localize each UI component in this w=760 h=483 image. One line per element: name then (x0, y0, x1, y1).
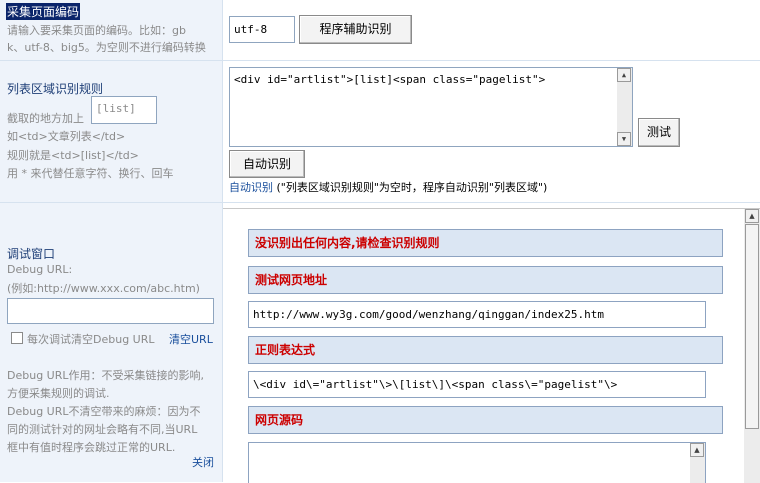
debug-url-example: (例如:http://www.xxx.com/abc.htm) (7, 282, 200, 295)
debug-scrollbar[interactable]: ▲ (744, 209, 760, 483)
list-rule-desc-line2: 如<td>文章列表</td> (7, 130, 126, 143)
list-rule-desc-prefix: 截取的地方加上 (7, 112, 84, 125)
test-url-field: http://www.wy3g.com/good/wenzhang/qingga… (248, 301, 706, 328)
scroll-down-arrow-icon[interactable]: ▼ (617, 132, 631, 146)
list-rule-desc-line3: 规则就是<td>[list]</td> (7, 149, 139, 162)
debug-url-label: Debug URL: (7, 263, 73, 276)
source-scroll-up-icon[interactable]: ▲ (690, 443, 704, 457)
debug-row: 调试窗口 Debug URL: (例如:http://www.xxx.com/a… (0, 203, 760, 483)
debug-output-cell: 没识别出任何内容,请检查识别规则 测试网页地址 http://www.wy3g.… (223, 203, 760, 483)
source-scrollbar[interactable]: ▲ (690, 443, 705, 483)
auto-detect-note-text: ("列表区域识别规则"为空时，程序自动识别"列表区域") (276, 181, 548, 194)
auto-detect-note: 自动识别 ("列表区域识别规则"为空时，程序自动识别"列表区域") (229, 179, 547, 195)
clear-each-checkbox[interactable] (11, 332, 23, 344)
close-link[interactable]: 关闭 (192, 454, 214, 470)
debug-url-input[interactable] (7, 298, 214, 324)
list-rule-scrollbar[interactable]: ▲ ▼ (617, 68, 632, 146)
list-tag-input[interactable]: [list] (91, 96, 157, 124)
test-url-heading: 测试网页地址 (248, 266, 723, 294)
debug-note1-line1: Debug URL作用：不受采集链接的影响, (7, 369, 204, 382)
list-rule-row: 列表区域识别规则 截取的地方加上 [list] 如<td>文章列表</td> 规… (0, 61, 760, 203)
scroll-up-arrow-icon[interactable]: ▲ (617, 68, 631, 82)
debug-scroll-thumb[interactable] (745, 224, 759, 429)
debug-note2-line3: 框中有值时程序会跳过正常的URL. (7, 441, 176, 454)
list-rule-title: 列表区域识别规则 (7, 82, 104, 96)
list-rule-desc-line4: 用 * 来代替任意字符、换行、回车 (7, 167, 174, 180)
assist-detect-button[interactable]: 程序辅助识别 (299, 15, 412, 44)
encoding-title: 采集页面编码 (6, 3, 81, 20)
debug-window-title: 调试窗口 (7, 247, 56, 261)
clear-each-label: 每次调试清空Debug URL (27, 333, 155, 346)
encoding-row: 采集页面编码 请输入要采集页面的编码。比如：gb k、utf-8、big5。为空… (0, 0, 760, 61)
encoding-desc-line1: 请输入要采集页面的编码。比如：gb (7, 24, 186, 37)
auto-detect-link[interactable]: 自动识别 (229, 181, 273, 194)
clear-url-link[interactable]: 清空URL (169, 331, 213, 347)
debug-label-cell: 调试窗口 Debug URL: (例如:http://www.xxx.com/a… (0, 203, 223, 482)
list-rule-text: <div id="artlist">[list]<span class="pag… (234, 73, 546, 86)
list-rule-input-cell: <div id="artlist">[list]<span class="pag… (223, 61, 760, 202)
debug-frame: 没识别出任何内容,请检查识别规则 测试网页地址 http://www.wy3g.… (223, 208, 760, 483)
regex-heading: 正则表达式 (248, 336, 723, 364)
debug-scroll-up-icon[interactable]: ▲ (745, 209, 759, 223)
list-rule-textarea[interactable]: <div id="artlist">[list]<span class="pag… (229, 67, 633, 147)
test-button[interactable]: 测试 (638, 118, 680, 147)
encoding-desc-line2: k、utf-8、big5。为空则不进行编码转换 (7, 41, 206, 54)
encoding-input[interactable]: utf-8 (229, 16, 295, 43)
debug-note2-line1: Debug URL不清空带来的麻烦：因为不 (7, 405, 201, 418)
source-heading: 网页源码 (248, 406, 723, 434)
debug-note2-line2: 同的测试针对的网址会略有不同,当URL (7, 423, 198, 436)
encoding-input-cell: utf-8 程序辅助识别 (223, 0, 760, 60)
regex-field: \<div id\="artlist"\>\[list\]\<span clas… (248, 371, 706, 398)
debug-note1-line2: 方便采集规则的调试. (7, 387, 110, 400)
auto-detect-button[interactable]: 自动识别 (229, 150, 305, 178)
list-rule-label-cell: 列表区域识别规则 截取的地方加上 [list] 如<td>文章列表</td> 规… (0, 61, 223, 202)
source-textarea[interactable]: ▲ (248, 442, 706, 483)
error-message-bar: 没识别出任何内容,请检查识别规则 (248, 229, 723, 257)
encoding-label-cell: 采集页面编码 请输入要采集页面的编码。比如：gb k、utf-8、big5。为空… (0, 0, 223, 60)
